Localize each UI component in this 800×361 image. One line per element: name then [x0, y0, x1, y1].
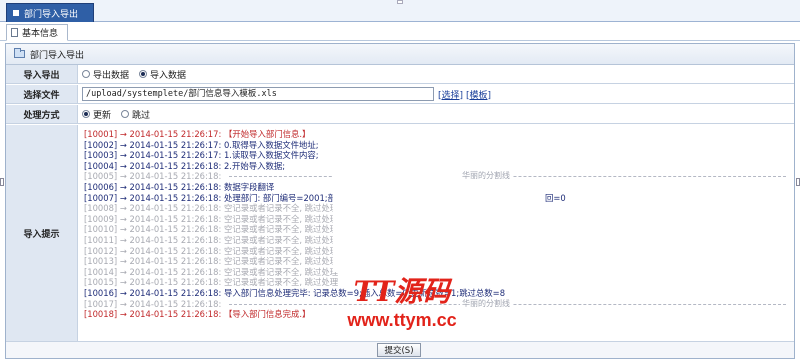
mode-label: 导入导出 — [6, 65, 78, 83]
choose-file-link[interactable]: [选择] — [438, 88, 463, 101]
method-options: 更新 跳过 — [78, 105, 794, 123]
log-line-prefix: [10003] → 2014-01-15 21:26:17: — [84, 150, 224, 161]
log-line-message: 空记录或者记录不全, 跳过处理 — [223, 256, 339, 267]
log-line-tail: 回=0 — [545, 192, 566, 203]
log-line: [10003] → 2014-01-15 21:26:17: 1.读取导入数据文… — [84, 150, 794, 161]
top-tabbar: 部门导入导出 — [0, 0, 800, 22]
mode-options: 导出数据 导入数据 — [78, 65, 794, 83]
log-line-prefix: [10018] → 2014-01-15 21:26:18: — [84, 309, 224, 320]
log-line-prefix: [10006] → 2014-01-15 21:26:18: — [84, 181, 224, 192]
resize-grip-icon[interactable] — [397, 0, 403, 4]
radio-selected-icon — [82, 110, 90, 118]
sub-tabbar: 基本信息 — [0, 22, 800, 41]
log-line: [10001] → 2014-01-15 21:26:17: 【开始导入部门信息… — [84, 129, 794, 140]
file-label: 选择文件 — [6, 85, 78, 103]
log-line-message: 1.读取导入数据文件内容; — [223, 150, 319, 161]
template-link[interactable]: [模板] — [466, 88, 491, 101]
log-line-prefix: [10017] → 2014-01-15 21:26:18: — [84, 298, 222, 309]
log-line-message: 【开始导入部门信息.】 — [223, 129, 311, 139]
log-line-prefix: [10014] → 2014-01-15 21:26:18: — [84, 266, 224, 277]
log-line-message: 处理部门: 部门编号=2001;部门 — [223, 192, 345, 203]
watermark-title: TT源码 — [353, 275, 451, 308]
file-path-input[interactable]: /upload/systemplete/部门信息导入模板.xls — [82, 87, 434, 101]
log-line-prefix: [10012] → 2014-01-15 21:26:18: — [84, 245, 224, 256]
radio-selected-icon — [139, 70, 148, 78]
export-radio[interactable]: 导出数据 — [82, 68, 129, 81]
log-line-prefix: [10008] → 2014-01-15 21:26:18: — [84, 203, 224, 214]
form-footer: 提交(S) — [6, 341, 794, 358]
log-line-prefix: [10001] → 2014-01-15 21:26:17: — [84, 129, 224, 139]
left-splitter-handle[interactable] — [0, 178, 4, 186]
panel-title: 部门导入导出 — [30, 50, 85, 61]
file-row: 选择文件 /upload/systemplete/部门信息导入模板.xls [选… — [6, 85, 794, 104]
log-line-message: 空记录或者记录不全, 跳过处理 — [223, 234, 339, 245]
method-label: 处理方式 — [6, 105, 78, 123]
watermark-logo: TT源码 www.ttym.cc — [322, 275, 482, 331]
sub-tab-label: 基本信息 — [22, 29, 59, 39]
file-controls: /upload/systemplete/部门信息导入模板.xls [选择] [模… — [78, 85, 794, 103]
mode-row: 导入导出 导出数据 导入数据 — [6, 65, 794, 84]
log-line-prefix: [10015] → 2014-01-15 21:26:18: — [84, 277, 224, 288]
update-radio[interactable]: 更新 — [82, 108, 111, 121]
log-line-message: 空记录或者记录不全, 跳过处理 — [223, 224, 339, 235]
tab-department-import-export[interactable]: 部门导入导出 — [6, 3, 94, 22]
log-line-message: 数据字段翻译 — [223, 181, 275, 192]
tab-square-icon — [13, 10, 19, 16]
import-radio[interactable]: 导入数据 — [139, 68, 186, 81]
watermark-url: www.ttym.cc — [347, 310, 457, 330]
log-line-prefix: [10016] → 2014-01-15 21:26:18: — [84, 287, 224, 298]
log-line-message: 0.取得导入数据文件地址; — [223, 139, 319, 150]
radio-label: 更新 — [93, 110, 112, 121]
radio-label: 导入数据 — [150, 70, 187, 81]
redaction-block — [333, 168, 461, 272]
document-icon — [11, 28, 18, 37]
tab-basic-info[interactable]: 基本信息 — [6, 24, 68, 41]
log-line-prefix: [10013] → 2014-01-15 21:26:18: — [84, 256, 224, 267]
log-line-prefix: [10011] → 2014-01-15 21:26:18: — [84, 234, 224, 245]
radio-icon — [121, 110, 130, 118]
submit-button[interactable]: 提交(S) — [377, 343, 421, 357]
log-line-prefix: [10005] → 2014-01-15 21:26:18: — [84, 171, 222, 182]
skip-radio[interactable]: 跳过 — [121, 108, 150, 121]
log-line-message: 空记录或者记录不全, 跳过处理 — [223, 213, 339, 224]
log-line-prefix: [10007] → 2014-01-15 21:26:18: — [84, 192, 224, 203]
log-line-message: 【导入部门信息完成.】 — [223, 309, 311, 320]
log-line-message: 空记录或者记录不全, 跳过处理 — [223, 203, 339, 214]
method-row: 处理方式 更新 跳过 — [6, 105, 794, 124]
separator-text: 华丽的分割线 — [460, 171, 512, 182]
panel-header: 部门导入导出 — [6, 44, 794, 65]
radio-label: 导出数据 — [93, 70, 130, 81]
log-line-message: 2.开始导入数据; — [223, 160, 286, 171]
log-line-prefix: [10010] → 2014-01-15 21:26:18: — [84, 224, 224, 235]
right-splitter-handle[interactable] — [796, 178, 800, 186]
log-line-message: 空记录或者记录不全, 跳过处理 — [223, 245, 339, 256]
log-label: 导入提示 — [6, 125, 78, 341]
log-line-prefix: [10002] → 2014-01-15 21:26:17: — [84, 139, 224, 150]
radio-icon — [82, 70, 90, 78]
radio-label: 跳过 — [132, 110, 151, 121]
folder-icon — [14, 48, 25, 58]
tab-label: 部门导入导出 — [24, 9, 79, 20]
log-line-prefix: [10004] → 2014-01-15 21:26:18: — [84, 160, 224, 171]
log-line-prefix: [10009] → 2014-01-15 21:26:18: — [84, 213, 224, 224]
log-line: [10002] → 2014-01-15 21:26:17: 0.取得导入数据文… — [84, 140, 794, 151]
